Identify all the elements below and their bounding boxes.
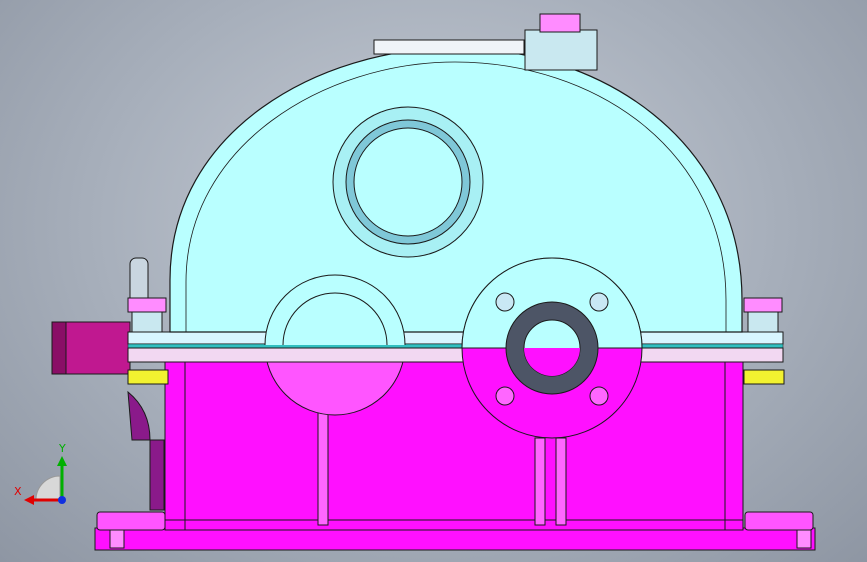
lower-casing[interactable] bbox=[164, 344, 744, 531]
y-axis-label: Y bbox=[58, 442, 66, 455]
z-axis-dot bbox=[58, 496, 66, 504]
axis-triad: Y X bbox=[14, 442, 67, 505]
split-flange[interactable] bbox=[127, 331, 784, 363]
x-axis-label: X bbox=[14, 485, 22, 498]
3d-viewport[interactable]: Y X bbox=[0, 0, 867, 562]
gearbox-model[interactable] bbox=[0, 0, 867, 562]
